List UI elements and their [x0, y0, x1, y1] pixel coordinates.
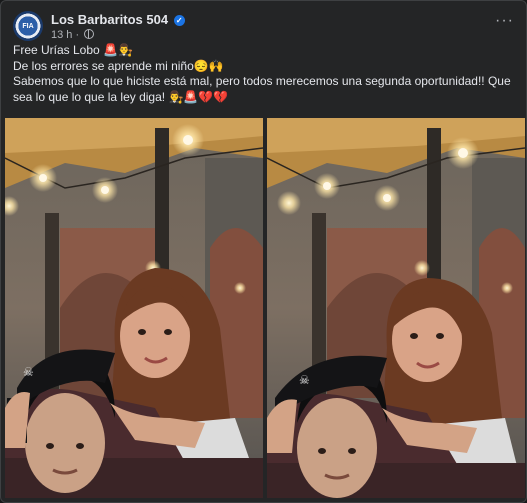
post-header: FIA Los Barbaritos 504 ✓ 13 h · ···: [13, 9, 516, 43]
photo-illustration: ☠: [267, 118, 525, 498]
svg-text:☠: ☠: [299, 373, 310, 387]
meta-separator: ·: [75, 29, 80, 41]
page-avatar[interactable]: FIA: [13, 11, 43, 41]
post-photo-2[interactable]: ☠: [267, 118, 525, 498]
photo-grid: ☠ ☠: [5, 118, 525, 498]
post-meta: 13 h ·: [51, 29, 95, 41]
svg-text:☠: ☠: [23, 365, 34, 379]
page-name-link[interactable]: Los Barbaritos 504 ✓: [51, 12, 185, 27]
globe-icon: [84, 29, 95, 39]
caption-line-1: Free Urías Lobo 🚨👨‍⚖️: [13, 43, 133, 57]
page-name[interactable]: Los Barbaritos 504: [51, 12, 168, 27]
avatar-logo-text: FIA: [22, 22, 34, 30]
facebook-post: FIA Los Barbaritos 504 ✓ 13 h · ··· Free…: [0, 0, 527, 503]
post-caption: Free Urías Lobo 🚨👨‍⚖️ De los errores se …: [13, 43, 516, 105]
verified-badge-icon: ✓: [173, 15, 185, 26]
caption-line-2: De los errores se aprende mi niño😔🙌: [13, 58, 224, 73]
caption-line-3: Sabemos que lo que hiciste está mal, per…: [13, 74, 511, 104]
post-photo-1[interactable]: ☠: [5, 118, 263, 498]
post-timestamp[interactable]: 13 h: [51, 29, 72, 41]
photo-illustration: ☠: [5, 118, 263, 498]
more-options-button[interactable]: ···: [495, 13, 514, 29]
